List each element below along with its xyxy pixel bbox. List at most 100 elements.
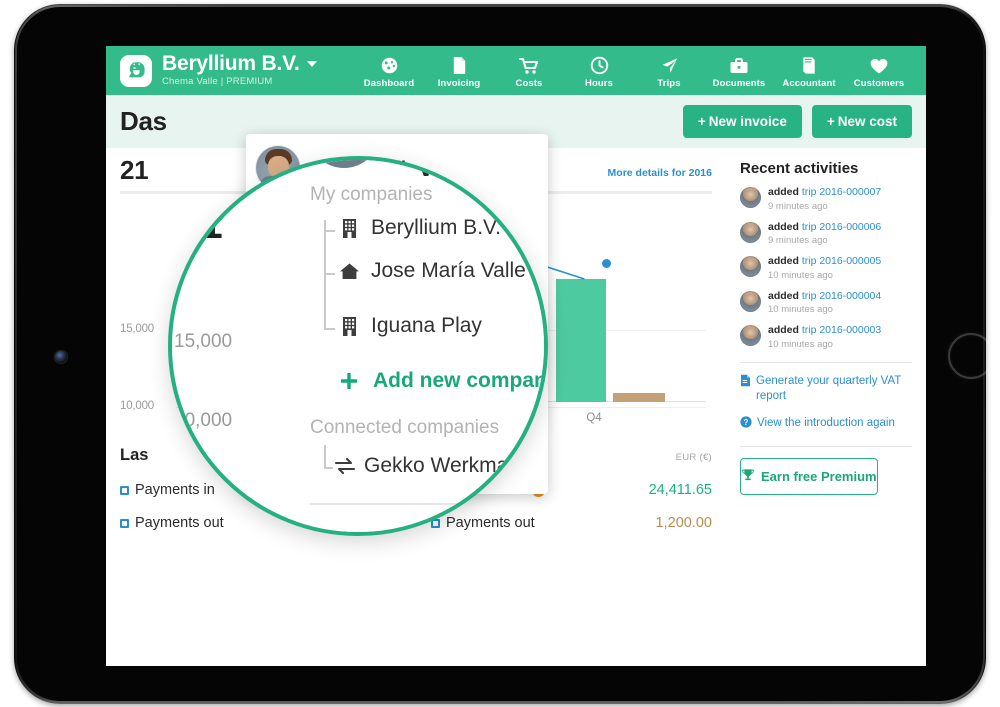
total-amount: 1,200.00 (655, 515, 712, 531)
currency-label: EUR (€) (675, 452, 712, 463)
vat-report-link[interactable]: Generate your quarterly VAT report (740, 374, 912, 405)
plus-icon: + (826, 114, 835, 129)
activity-verb: added (768, 324, 799, 337)
earn-free-premium-label: Earn free Premium (761, 468, 877, 484)
activity-item[interactable]: added trip 2016-000006 9 minutes ago (740, 220, 912, 246)
activity-item[interactable]: added trip 2016-000003 10 minutes ago (740, 324, 912, 350)
magnified-company-item-beryllium[interactable]: Beryllium B.V. (338, 216, 501, 240)
gekko-frog-logo-icon[interactable] (120, 54, 152, 87)
magnified-y-tick-1: 15,000 (174, 331, 233, 352)
magnified-totals-title: Las (196, 480, 231, 502)
dashboard-gauge-icon (354, 56, 424, 75)
view-introduction-label: View the introduction again (757, 417, 895, 429)
magnified-company-item-gekko[interactable]: Gekko Werkmaatschappij (334, 454, 547, 478)
magnified-divider (310, 503, 544, 505)
home-icon (338, 262, 360, 281)
activity-time: 10 minutes ago (768, 269, 833, 281)
heart-icon (844, 56, 914, 75)
square-bullet-icon (120, 518, 129, 528)
magnified-add-label: Add new company (373, 369, 548, 392)
new-invoice-label: New invoice (708, 114, 787, 129)
top-navigation-bar: Beryllium B.V. Chema Valle | PREMIUM Das… (106, 46, 926, 95)
nav-item-documents[interactable]: Documents (704, 52, 774, 89)
clock-icon (564, 56, 634, 75)
magnified-add-new-company[interactable]: Add new company (338, 369, 548, 393)
home-button[interactable] (948, 333, 994, 379)
tablet-device: Beryllium B.V. Chema Valle | PREMIUM Das… (14, 4, 994, 704)
nav-label: Costs (515, 78, 543, 89)
activity-item[interactable]: added trip 2016-000005 10 minutes ago (740, 255, 912, 281)
magnified-company-label: Iguana Play (371, 314, 482, 337)
magnified-content: 15,000 10,000 Das 21 Las Q3 (172, 160, 548, 532)
magnified-company-item-jose[interactable]: Jose María Valle Rodrí… (338, 259, 547, 283)
avatar (740, 290, 761, 312)
header-actions: + New invoice + New cost (682, 105, 912, 138)
activity-verb: added (768, 220, 799, 233)
company-name: Beryllium B.V. (162, 52, 300, 75)
magnified-my-companies-label: My companies (310, 184, 433, 205)
view-introduction-link[interactable]: ? View the introduction again (740, 416, 912, 434)
company-switcher[interactable]: Beryllium B.V. Chema Valle | PREMIUM (162, 52, 317, 87)
avatar (740, 221, 761, 243)
line-point-q4[interactable] (600, 257, 613, 270)
earn-free-premium-button[interactable]: Earn free Premium (740, 457, 878, 495)
paper-plane-icon (634, 56, 704, 75)
shopping-cart-icon (494, 56, 564, 75)
exchange-arrows-icon (334, 457, 356, 475)
activity-time: 9 minutes ago (768, 200, 828, 212)
nav-item-accountant[interactable]: Accountant (774, 52, 844, 89)
tree-line (324, 445, 326, 467)
magnified-company-label: Gekko Werkmaatschappij (364, 454, 547, 477)
chevron-down-icon[interactable] (306, 61, 317, 67)
magnified-dropdown-panel (296, 160, 544, 532)
nav-label: Documents (712, 78, 766, 89)
nav-item-invoicing[interactable]: Invoicing (424, 52, 494, 89)
front-camera-icon (55, 351, 67, 363)
office-building-icon (338, 316, 360, 337)
tree-line (324, 328, 335, 330)
activity-verb: added (768, 186, 799, 198)
magnified-year: 21 (176, 200, 223, 247)
activity-target[interactable]: trip 2016-000007 (802, 186, 881, 198)
tree-line (324, 273, 335, 275)
total-amount: 24,411.65 (648, 482, 712, 498)
book-icon (774, 56, 844, 75)
activity-verb: added (768, 289, 799, 302)
new-cost-button[interactable]: + New cost (811, 105, 912, 138)
report-document-icon (740, 374, 751, 405)
nav-item-trips[interactable]: Trips (634, 52, 704, 89)
nav-label: Trips (657, 78, 681, 89)
nav-label: Accountant (782, 78, 836, 89)
office-building-icon (338, 218, 360, 239)
avatar (740, 187, 761, 208)
magnified-company-label: Jose María Valle Rodrí… (371, 259, 547, 282)
magnified-user-name: Chema Valle (416, 156, 485, 183)
nav-item-dashboard[interactable]: Dashboard (354, 52, 424, 89)
nav-item-hours[interactable]: Hours (564, 52, 634, 89)
y-tick-label: 15,000 (120, 323, 154, 335)
activity-item[interactable]: added trip 2016-000007 9 minutes ago (740, 186, 912, 212)
y-tick-label: 10,000 (120, 400, 154, 412)
activity-target[interactable]: trip 2016-000005 (802, 255, 881, 267)
svg-text:?: ? (744, 418, 749, 427)
square-bullet-icon (120, 485, 129, 495)
activity-target[interactable]: trip 2016-000003 (802, 324, 881, 336)
question-circle-icon: ? (740, 416, 752, 434)
new-invoice-button[interactable]: + New invoice (682, 105, 802, 138)
nav-label: Hours (585, 78, 613, 89)
magnified-company-item-iguana[interactable]: Iguana Play (338, 314, 482, 338)
page-title: Das (120, 106, 167, 136)
sidebar-divider (740, 361, 912, 363)
x-tick-label: Q4 (586, 412, 602, 424)
activity-target[interactable]: trip 2016-000004 (802, 290, 881, 302)
main-nav: Dashboard Invoicing Costs Hours Trips Do… (354, 52, 914, 89)
document-icon (424, 56, 494, 75)
more-details-link[interactable]: More details for 2016 (608, 155, 712, 179)
nav-item-customers[interactable]: Customers (844, 52, 914, 89)
activity-time: 10 minutes ago (768, 304, 833, 316)
sidebar-divider (740, 445, 912, 447)
activity-target[interactable]: trip 2016-000006 (802, 221, 881, 233)
avatar (740, 256, 761, 278)
nav-item-costs[interactable]: Costs (494, 52, 564, 89)
activity-item[interactable]: added trip 2016-000004 10 minutes ago (740, 289, 912, 316)
